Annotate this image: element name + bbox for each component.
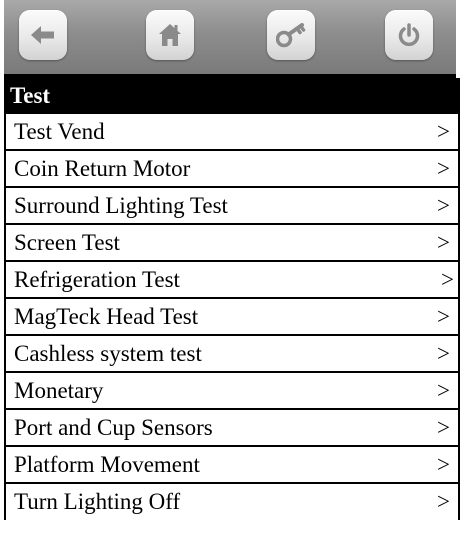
menu-item-label: Monetary: [14, 378, 104, 403]
menu-item-coin-return-motor[interactable]: Coin Return Motor >: [4, 151, 460, 188]
menu-item-label: Platform Movement: [14, 452, 200, 477]
toolbar: [4, 0, 456, 74]
test-menu: Test Vend > Coin Return Motor > Surround…: [4, 114, 460, 520]
menu-item-label: Surround Lighting Test: [14, 193, 228, 218]
menu-item-test-vend[interactable]: Test Vend >: [4, 114, 460, 151]
menu-item-platform-movement[interactable]: Platform Movement >: [4, 447, 460, 484]
back-arrow-icon: [30, 24, 56, 46]
chevron-right-icon: >: [437, 415, 450, 440]
menu-item-monetary[interactable]: Monetary >: [4, 373, 460, 410]
chevron-right-icon: >: [437, 452, 450, 477]
menu-item-cashless-system-test[interactable]: Cashless system test >: [4, 336, 460, 373]
chevron-right-icon: >: [437, 378, 450, 403]
menu-item-label: Turn Lighting Off: [14, 489, 181, 514]
chevron-right-icon: >: [437, 341, 450, 366]
home-button[interactable]: [146, 10, 194, 60]
menu-item-turn-lighting-off[interactable]: Turn Lighting Off >: [4, 484, 460, 520]
menu-item-magteck-head-test[interactable]: MagTeck Head Test >: [4, 299, 460, 336]
home-icon: [157, 22, 183, 48]
menu-item-surround-lighting-test[interactable]: Surround Lighting Test >: [4, 188, 460, 225]
menu-item-label: Cashless system test: [14, 341, 202, 366]
menu-item-screen-test[interactable]: Screen Test >: [4, 225, 460, 262]
menu-item-label: Coin Return Motor: [14, 156, 191, 181]
chevron-right-icon: >: [437, 119, 450, 144]
menu-item-port-and-cup-sensors[interactable]: Port and Cup Sensors >: [4, 410, 460, 447]
chevron-right-icon: >: [437, 489, 450, 514]
back-button[interactable]: [19, 10, 67, 60]
menu-item-label: Screen Test: [14, 230, 120, 255]
chevron-right-icon: >: [437, 230, 450, 255]
chevron-right-icon: >: [441, 267, 454, 292]
chevron-right-icon: >: [437, 304, 450, 329]
chevron-right-icon: >: [437, 156, 450, 181]
power-icon: [396, 22, 422, 48]
menu-item-label: Port and Cup Sensors: [14, 415, 213, 440]
page-title: Test: [4, 78, 460, 114]
menu-item-label: MagTeck Head Test: [14, 304, 199, 329]
power-button[interactable]: [385, 10, 433, 60]
key-icon: [276, 22, 306, 48]
menu-item-refrigeration-test[interactable]: Refrigeration Test >: [4, 262, 460, 299]
menu-item-label: Test Vend: [14, 119, 105, 144]
menu-item-label: Refrigeration Test: [14, 267, 180, 292]
key-button[interactable]: [267, 10, 315, 60]
chevron-right-icon: >: [437, 193, 450, 218]
